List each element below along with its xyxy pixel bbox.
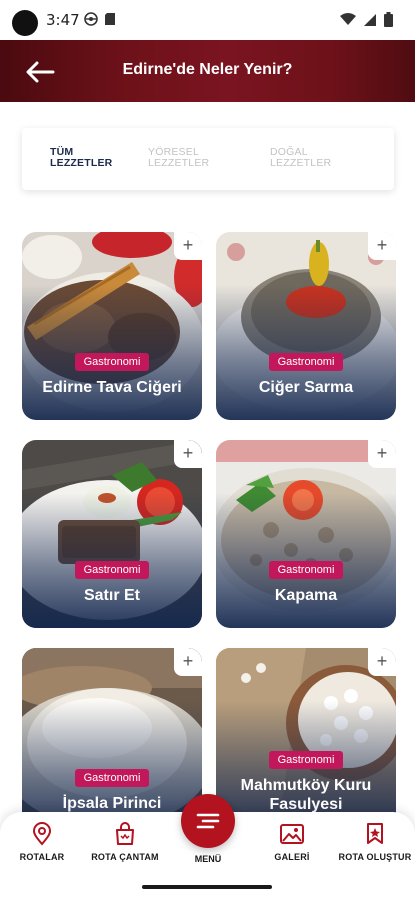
food-title: Mahmutköy Kuru Fasulyesi xyxy=(240,777,372,813)
menu-label: MENÜ xyxy=(194,854,222,864)
food-title: İpsala Pirinci xyxy=(62,795,162,812)
food-card[interactable]: + Gastronomi İpsala Pirinci xyxy=(22,648,202,820)
nav-create-route-label: ROTA OLUŞTUR xyxy=(338,852,412,862)
category-badge-label: Gastronomi xyxy=(74,353,150,371)
tab-local-flavors[interactable]: YÖRESEL LEZZETLER xyxy=(148,147,209,169)
food-card[interactable]: + Gastronomi Ciğer Sarma xyxy=(216,232,396,420)
category-badge: Gastronomi xyxy=(216,352,396,371)
wifi-icon xyxy=(340,13,356,25)
category-badge-label: Gastronomi xyxy=(268,561,344,579)
food-title: Kapama xyxy=(274,587,338,604)
food-card[interactable]: + Gastronomi Satır Et xyxy=(22,440,202,628)
tab-label-line2: LEZZETLER xyxy=(270,157,332,169)
add-to-route-button[interactable]: + xyxy=(174,232,202,260)
tab-all-flavors[interactable]: TÜM LEZZETLER xyxy=(50,147,112,169)
food-grid: + Gastronomi Edirne Tava Ciğeri + Gastro… xyxy=(0,230,415,820)
tab-natural-flavors[interactable]: DOĞAL LEZZETLER xyxy=(270,147,331,169)
add-to-route-button[interactable]: + xyxy=(368,440,396,468)
food-title: Satır Et xyxy=(83,587,140,604)
nav-gallery[interactable]: GALERİ xyxy=(252,822,332,862)
add-to-route-button[interactable]: + xyxy=(368,232,396,260)
home-gesture-pill[interactable] xyxy=(142,885,272,889)
map-pin-icon xyxy=(32,822,52,846)
status-system-icons xyxy=(340,12,393,27)
menu-button[interactable] xyxy=(181,794,235,848)
category-badge: Gastronomi xyxy=(216,560,396,579)
category-badge: Gastronomi xyxy=(22,560,202,579)
vpn-icon xyxy=(84,12,98,26)
add-to-route-button[interactable]: + xyxy=(174,648,202,676)
status-notification-icons xyxy=(84,12,116,26)
category-badge: Gastronomi xyxy=(22,768,202,787)
nav-gallery-label: GALERİ xyxy=(274,852,310,862)
add-to-route-button[interactable]: + xyxy=(174,440,202,468)
signal-icon xyxy=(364,13,376,26)
status-time: 3:47 xyxy=(46,11,80,29)
camera-cutout xyxy=(12,10,38,36)
category-badge: Gastronomi xyxy=(22,352,202,371)
nav-routes-label: ROTALAR xyxy=(19,852,65,862)
food-card[interactable]: + Gastronomi Kapama xyxy=(216,440,396,628)
category-badge: Gastronomi xyxy=(216,750,396,769)
menu-lines-icon xyxy=(196,813,220,829)
page-title: Edirne'de Neler Yenir? xyxy=(122,61,293,78)
tab-label-line2: LEZZETLER xyxy=(148,157,210,169)
nav-route-bag-label: ROTA ÇANTAM xyxy=(91,852,159,862)
food-card[interactable]: + Gastronomi Edirne Tava Ciğeri xyxy=(22,232,202,420)
nav-create-route[interactable]: ROTA OLUŞTUR xyxy=(335,822,415,862)
screen: 3:47 Edirne'de Neler Yenir? TÜM LEZZETLE… xyxy=(0,0,415,900)
gallery-icon xyxy=(280,824,304,844)
battery-icon xyxy=(384,12,393,27)
category-badge-label: Gastronomi xyxy=(74,769,150,787)
gesture-bar xyxy=(0,874,415,900)
app-header: Edirne'de Neler Yenir? xyxy=(0,40,415,102)
food-title: Ciğer Sarma xyxy=(258,379,354,396)
food-card[interactable]: + Gastronomi Mahmutköy Kuru Fasulyesi xyxy=(216,648,396,820)
tab-label-line2: LEZZETLER xyxy=(50,157,113,169)
category-badge-label: Gastronomi xyxy=(268,353,344,371)
nav-routes[interactable]: ROTALAR xyxy=(2,822,82,862)
status-bar: 3:47 xyxy=(0,0,415,40)
category-badge-label: Gastronomi xyxy=(74,561,150,579)
nav-route-bag[interactable]: ROTA ÇANTAM xyxy=(85,822,165,862)
category-tabs: TÜM LEZZETLER YÖRESEL LEZZETLER DOĞAL LE… xyxy=(22,128,394,190)
add-to-route-button[interactable]: + xyxy=(368,648,396,676)
sd-card-icon xyxy=(105,13,115,25)
food-title: Edirne Tava Ciğeri xyxy=(42,379,182,396)
create-route-icon xyxy=(367,823,383,844)
category-badge-label: Gastronomi xyxy=(268,751,344,769)
bag-icon xyxy=(116,822,134,845)
